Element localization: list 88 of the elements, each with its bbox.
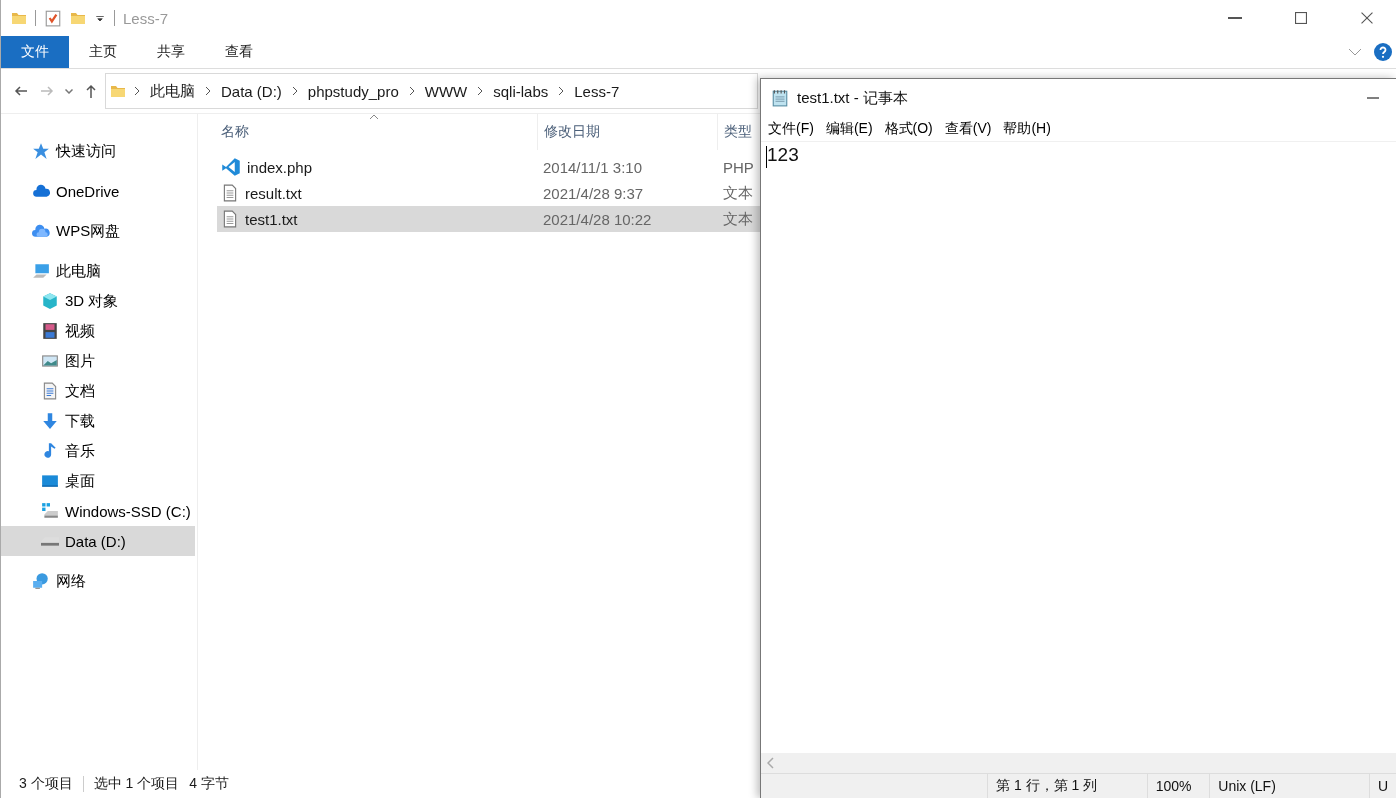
nav-item[interactable]: 图片 xyxy=(1,346,195,376)
breadcrumb-item[interactable]: 此电脑 xyxy=(148,81,197,101)
chevron-icon xyxy=(291,86,298,96)
menu-item[interactable]: 文件(F) xyxy=(763,120,819,138)
text-file-icon xyxy=(221,209,239,229)
nav-item[interactable]: Data (D:) xyxy=(1,526,195,556)
ribbon-tab[interactable]: 查看 xyxy=(205,36,273,68)
menu-item[interactable]: 帮助(H) xyxy=(998,120,1056,138)
nav-item[interactable]: 音乐 xyxy=(1,436,195,466)
column-header[interactable]: 类型 xyxy=(717,114,759,150)
address-bar[interactable]: 此电脑 Data (D:) phpstudy_pro WWW sqli-labs Less-7 xyxy=(105,73,758,109)
chevron-icon xyxy=(477,86,484,96)
menu-item[interactable]: 查看(V) xyxy=(939,120,997,138)
status-text: 3 个项目 xyxy=(19,775,74,793)
sort-caret-icon xyxy=(369,114,379,120)
breadcrumb-item[interactable]: Less-7 xyxy=(572,82,622,100)
caret-icon xyxy=(65,88,73,94)
chevron-icon xyxy=(205,86,211,96)
modified-date: 2021/4/28 9:37 xyxy=(542,184,645,202)
breadcrumb-item[interactable]: phpstudy_pro xyxy=(305,82,401,100)
expand-ribbon-icon[interactable] xyxy=(1348,48,1362,56)
status-text: 第 1 行，第 1 列 xyxy=(987,774,1147,798)
cloud-icon xyxy=(32,222,50,240)
breadcrumb-item[interactable]: WWW xyxy=(422,82,470,100)
file-row[interactable]: test1.txt 2021/4/28 10:22 文本 xyxy=(217,206,761,232)
chevron-icon xyxy=(408,86,415,96)
scroll-left-icon[interactable] xyxy=(767,757,775,769)
notepad-icon xyxy=(771,89,789,107)
nav-item[interactable]: WPS网盘 xyxy=(1,216,195,246)
nav-item[interactable]: 此电脑 xyxy=(1,256,195,286)
image-icon xyxy=(41,352,59,370)
breadcrumb-item[interactable]: sqli-labs xyxy=(491,82,551,100)
nav-item[interactable]: Windows-SSD (C:) xyxy=(1,496,195,526)
text-file-icon xyxy=(221,183,239,203)
column-header[interactable]: 名称 xyxy=(217,114,537,150)
file-row[interactable]: index.php 2014/11/1 3:10 PHP xyxy=(217,154,761,180)
help-icon[interactable] xyxy=(1374,43,1392,61)
nav-item[interactable]: 下载 xyxy=(1,406,195,436)
music-note-icon xyxy=(41,442,59,460)
file-type: 文本 xyxy=(722,209,753,229)
nav-item[interactable]: 文档 xyxy=(1,376,195,406)
nav-item[interactable]: 网络 xyxy=(1,566,195,596)
star-icon xyxy=(32,142,50,160)
file-row[interactable]: result.txt 2021/4/28 9:37 文本 xyxy=(217,180,761,206)
file-name: index.php xyxy=(247,158,313,176)
nav-item[interactable]: 视频 xyxy=(1,316,195,346)
ribbon-tab[interactable]: 主页 xyxy=(69,36,137,68)
maximize-icon xyxy=(1295,12,1307,24)
file-name: test1.txt xyxy=(245,210,298,228)
properties-icon xyxy=(44,9,62,27)
close-icon xyxy=(1361,12,1373,24)
file-type: PHP xyxy=(722,158,754,176)
status-text: 4 字节 xyxy=(189,775,230,793)
status-text: Unix (LF) xyxy=(1209,774,1369,798)
nav-item[interactable]: OneDrive xyxy=(1,176,195,206)
document-text: 123 xyxy=(767,144,799,166)
status-text: 100% xyxy=(1146,774,1210,798)
menu-item[interactable]: 编辑(E) xyxy=(820,120,878,138)
cube-icon xyxy=(41,292,59,310)
window-title: Less-7 xyxy=(123,9,169,27)
download-icon xyxy=(41,412,59,430)
document-icon xyxy=(41,382,59,400)
cloud-icon xyxy=(32,182,50,200)
network-icon xyxy=(32,572,50,590)
breadcrumb-item[interactable]: Data (D:) xyxy=(219,82,284,100)
computer-icon xyxy=(32,262,50,280)
file-type: 文本 xyxy=(722,183,753,203)
window-title: test1.txt - 记事本 xyxy=(797,88,908,108)
file-name: result.txt xyxy=(245,184,302,202)
chevron-icon xyxy=(134,86,140,96)
status-text: 选中 1 个项目 xyxy=(93,775,181,793)
minimize-icon xyxy=(1228,17,1242,19)
modified-date: 2021/4/28 10:22 xyxy=(542,210,653,228)
nav-item[interactable]: 快速访问 xyxy=(1,136,195,166)
film-icon xyxy=(41,322,59,340)
nav-item[interactable]: 3D 对象 xyxy=(1,286,195,316)
desktop-icon xyxy=(41,472,59,490)
column-header[interactable]: 修改日期 xyxy=(537,114,717,150)
code-file-icon xyxy=(221,157,241,177)
ribbon-tab[interactable]: 共享 xyxy=(137,36,205,68)
drive-icon xyxy=(41,502,59,520)
modified-date: 2014/11/1 3:10 xyxy=(542,158,643,176)
status-text: U xyxy=(1368,774,1396,798)
chevron-icon xyxy=(558,86,565,96)
minimize-icon xyxy=(1367,97,1379,99)
nav-item[interactable]: 桌面 xyxy=(1,466,195,496)
menu-item[interactable]: 格式(O) xyxy=(879,120,938,138)
file-menu-tab[interactable]: 文件 xyxy=(1,36,69,68)
